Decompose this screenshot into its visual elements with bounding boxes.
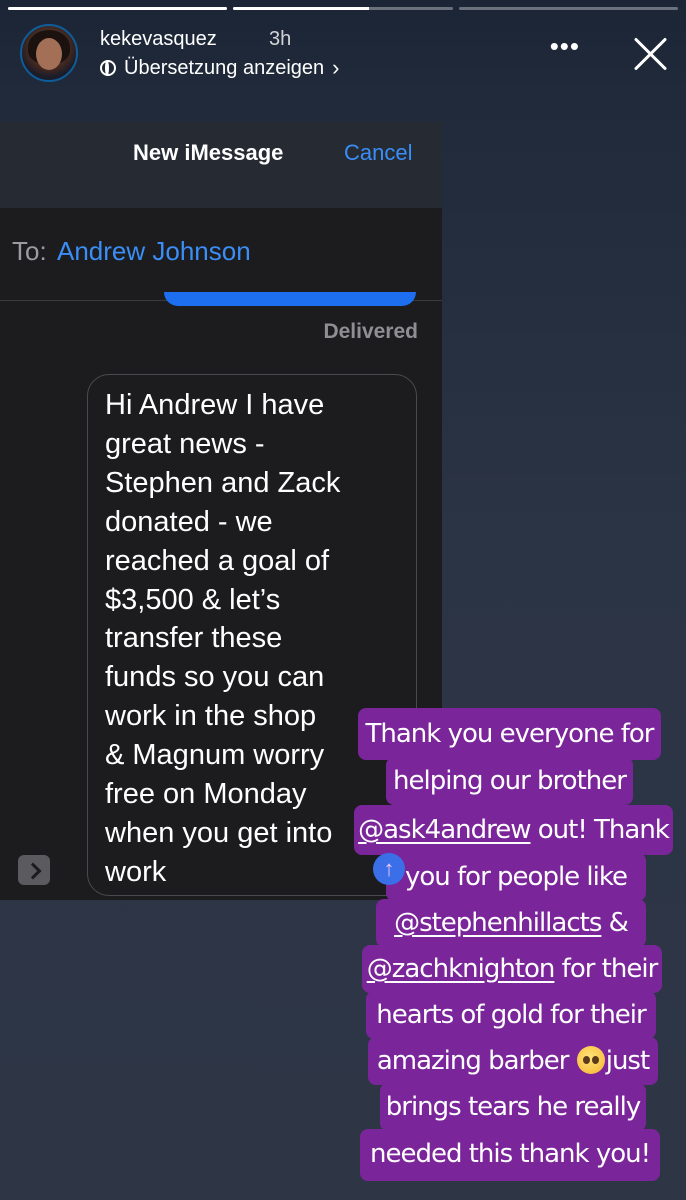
progress-segment-2 (233, 7, 453, 10)
caption-line: @stephenhillacts & (376, 899, 646, 947)
delivered-status: Delivered (323, 320, 418, 343)
to-field: To: Andrew Johnson (0, 208, 442, 301)
cancel-button: Cancel (344, 140, 413, 165)
story-progress (8, 7, 678, 10)
caption-line: you for people like (386, 853, 646, 901)
arrow-up-icon[interactable]: ↑ (373, 853, 405, 885)
more-horizontal-icon[interactable]: ••• (550, 33, 580, 59)
translate-label: Übersetzung anzeigen (124, 56, 325, 79)
story-header: kekevasquez 3h Übersetzung anzeigen › ••… (20, 22, 670, 84)
pleading-face-emoji (576, 1046, 605, 1074)
sent-message-bubble (164, 292, 416, 306)
caption-line: amazing barber just (368, 1037, 658, 1085)
caption-line: @ask4andrew out! Thank (354, 805, 673, 855)
imessage-title: New iMessage (133, 140, 284, 165)
post-time: 3h (269, 28, 292, 50)
close-icon[interactable] (630, 34, 670, 74)
chevron-right-icon: › (332, 55, 340, 80)
avatar[interactable] (20, 24, 78, 82)
mention-zachknighton[interactable]: @zachknighton (367, 954, 556, 984)
imessage-screenshot: New iMessage Cancel To: Andrew Johnson D… (0, 122, 442, 900)
recipient-name: Andrew Johnson (57, 236, 251, 266)
imessage-nav-bar: New iMessage Cancel (0, 122, 442, 208)
caption-line: brings tears he really (380, 1083, 646, 1131)
progress-segment-1 (8, 7, 228, 10)
expand-icon (18, 855, 50, 885)
globe-icon (100, 60, 116, 76)
translate-button[interactable]: Übersetzung anzeigen › (100, 55, 339, 81)
to-label: To: (12, 236, 47, 266)
mention-stephenhillacts[interactable]: @stephenhillacts (394, 908, 602, 938)
caption-line: Thank you everyone for (358, 708, 661, 760)
progress-segment-3 (458, 7, 678, 10)
caption-line: hearts of gold for their (366, 991, 656, 1039)
username[interactable]: kekevasquez (100, 28, 217, 51)
mention-ask4andrew[interactable]: @ask4andrew (358, 815, 531, 845)
caption-line: helping our brother (386, 757, 633, 805)
caption-line: needed this thank you! (360, 1129, 660, 1181)
caption-line: @zachknighton for their (362, 945, 662, 993)
